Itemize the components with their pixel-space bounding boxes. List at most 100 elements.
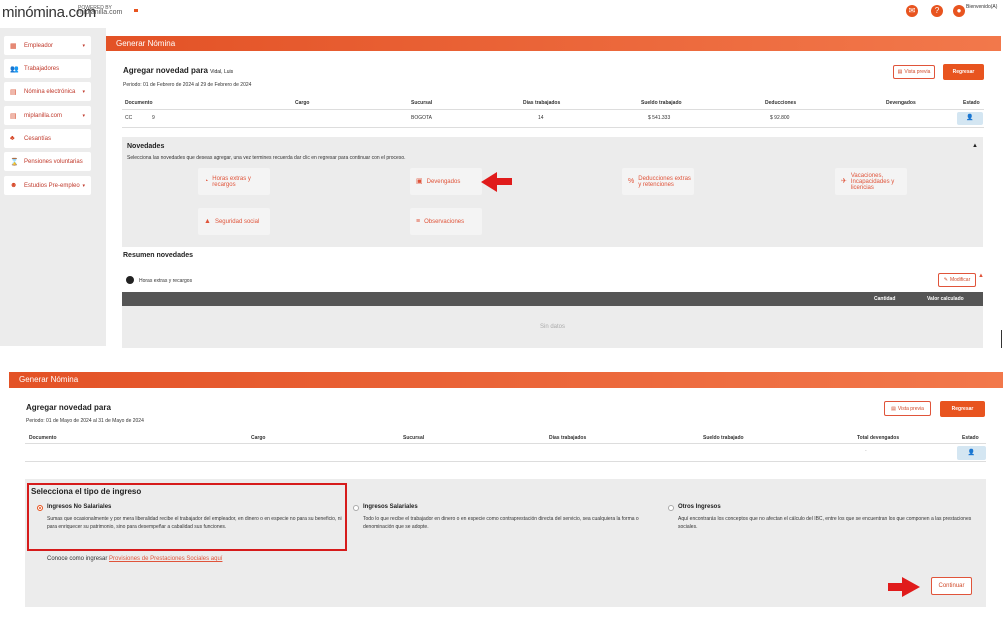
pointer-arrow-head-1: [481, 172, 497, 192]
document-icon: ▤: [10, 112, 17, 120]
sidebar-item-label: Estudios Pre-empleo: [24, 182, 80, 189]
resumen-item: Horas extras y recargos: [139, 278, 193, 284]
sidebar-item-4[interactable]: ♣ Cesantías: [4, 129, 91, 148]
col-cargo-2: Cargo: [251, 435, 266, 441]
col-deducciones: Deducciones: [765, 100, 797, 106]
col-sueldo: Sueldo trabajado: [641, 100, 682, 106]
novedad-deducciones[interactable]: % Deducciones extras y retenciones: [622, 168, 694, 195]
estado-user-button-2[interactable]: 👤: [957, 446, 986, 460]
novedades-hint: Selecciona las novedades que deseas agre…: [127, 155, 406, 161]
estado-user-button-1[interactable]: 👤: [957, 112, 983, 125]
piggy-bank-icon: ♣: [10, 135, 15, 142]
cell-doc-type: CC: [125, 115, 133, 121]
pencil-icon: ✎: [943, 277, 948, 283]
document-icon: ▤: [891, 405, 896, 412]
building-icon: ▦: [10, 42, 17, 50]
col-sueldo-2: Sueldo trabajado: [703, 435, 744, 441]
welcome-text[interactable]: Bienvenido(A): [966, 4, 997, 10]
provisiones-link[interactable]: Provisiones de Prestaciones Sociales aqu…: [109, 556, 222, 562]
plane-icon: ✈: [841, 177, 847, 185]
preview-button-2[interactable]: ▤ Vista previa: [884, 401, 931, 416]
col-documento: Documento: [125, 100, 153, 106]
sidebar-item-label: Trabajadores: [24, 65, 60, 72]
radio-otros[interactable]: [668, 505, 674, 511]
pointer-arrow-1: [496, 178, 512, 185]
col-sucursal: Sucursal: [411, 100, 433, 106]
col-devengados: Devengados: [886, 100, 916, 106]
preview-button-1[interactable]: ▤ Vista previa: [893, 65, 935, 79]
cell-dias: 14: [538, 115, 544, 121]
pointer-arrow-2: [888, 583, 902, 591]
col-dias-2: Días trabajados: [549, 435, 587, 441]
learn-more-prefix: Conoce como ingresar: [47, 556, 108, 562]
collapse-resumen-icon[interactable]: ▲: [978, 273, 984, 279]
sidebar-item-1[interactable]: 👥 Trabajadores: [4, 59, 91, 78]
pointer-arrow-head-2: [902, 577, 920, 597]
chat-icon[interactable]: ✉: [906, 5, 918, 17]
table-divider: [25, 461, 986, 462]
novedad-seguridad-social[interactable]: ▲ Seguridad social: [198, 208, 270, 235]
novedades-title: Novedades: [127, 143, 165, 150]
clock-icon: ◔: [204, 177, 209, 185]
col-cantidad: Cantidad: [874, 296, 896, 302]
document-icon: ▤: [897, 69, 903, 75]
sidebar-item-2[interactable]: ▤ Nómina electrónica ▾: [4, 82, 91, 101]
sidebar-item-0[interactable]: ▦ Empleador ▾: [4, 36, 91, 55]
period-text-2: Periodo: 01 de Mayo de 2024 al 31 de May…: [26, 418, 144, 424]
scrollbar-marker: [1001, 330, 1002, 348]
radio-salariales[interactable]: [353, 505, 359, 511]
table-divider: [122, 109, 984, 110]
cell-deducciones: $ 92.800: [770, 115, 790, 121]
collapse-icon[interactable]: ▲: [972, 143, 978, 149]
novedad-observaciones[interactable]: ≡ Observaciones: [410, 208, 482, 235]
modificar-button[interactable]: ✎ Modificar: [938, 273, 976, 287]
selection-highlight: [27, 483, 347, 551]
option-salariales-label[interactable]: Ingresos Salariales: [363, 504, 418, 510]
option-otros-label[interactable]: Otros Ingresos: [678, 504, 721, 510]
money-icon: ▣: [416, 177, 423, 185]
top-bar: minómina.com POWERED BY miplanilla.com ✉…: [0, 0, 1005, 28]
col-estado: Estado: [963, 100, 980, 106]
novedad-horas-extras[interactable]: ◔ Horas extras y recargos: [198, 168, 270, 195]
employee-name: Vidal, Luis: [210, 69, 234, 75]
cell-doc-number: 9: [152, 115, 155, 121]
sidebar-item-label: Cesantías: [24, 135, 52, 142]
back-button-1[interactable]: Regresar: [943, 64, 984, 80]
user-avatar-icon[interactable]: ●: [953, 5, 965, 17]
novedad-vacaciones[interactable]: ✈ Vacaciones, Incapacidades y licencias: [835, 168, 907, 195]
col-sucursal-2: Sucursal: [403, 435, 425, 441]
sidebar-item-3[interactable]: ▤ miplanilla.com ▾: [4, 106, 91, 125]
sidebar-item-6[interactable]: ☻ Estudios Pre-empleo ▾: [4, 176, 91, 195]
page-title-2: Agregar novedad para: [26, 403, 111, 412]
chevron-down-icon: ▾: [82, 89, 85, 95]
sidebar-item-label: Nómina electrónica: [24, 88, 76, 95]
option-salariales-desc: Todo lo que recibe el trabajador en dine…: [363, 516, 639, 530]
partner-logo[interactable]: miplanilla.com: [78, 9, 122, 16]
col-estado-2: Estado: [962, 435, 979, 441]
learn-more-line: Conoce como ingresar Provisiones de Pres…: [47, 556, 222, 562]
novedad-devengados[interactable]: ▣ Devengados: [410, 168, 482, 195]
chevron-down-icon: ▾: [82, 113, 85, 119]
empty-state: Sin datos: [122, 306, 983, 348]
page-header-2: Generar Nómina: [9, 372, 1003, 388]
chevron-down-icon: ▾: [82, 183, 85, 189]
user-check-icon: ☻: [10, 182, 18, 189]
resumen-title: Resumen novedades: [123, 252, 194, 259]
sidebar-item-label: Empleador: [24, 42, 54, 49]
continue-button[interactable]: Continuar: [931, 577, 972, 595]
back-button-2[interactable]: Regresar: [940, 401, 985, 417]
sidebar-item-label: miplanilla.com: [24, 112, 63, 119]
period-text-1: Periodo: 01 de Febrero de 2024 al 29 de …: [123, 82, 252, 88]
chevron-down-icon: ▾: [82, 43, 85, 49]
clock-icon: [126, 276, 134, 284]
col-total-devengados: Total devengados: [857, 435, 900, 441]
col-documento-2: Documento: [29, 435, 57, 441]
flag-icon: [134, 9, 138, 12]
table-divider: [122, 127, 984, 128]
help-icon[interactable]: ?: [931, 5, 943, 17]
hourglass-icon: ⌛: [10, 158, 19, 166]
resumen-table-header: Cantidad Valor calculado: [122, 292, 983, 306]
cell-sucursal: BOGOTA: [411, 115, 433, 121]
sidebar-item-5[interactable]: ⌛ Pensiones voluntarias: [4, 152, 91, 171]
table-divider: [25, 443, 986, 444]
